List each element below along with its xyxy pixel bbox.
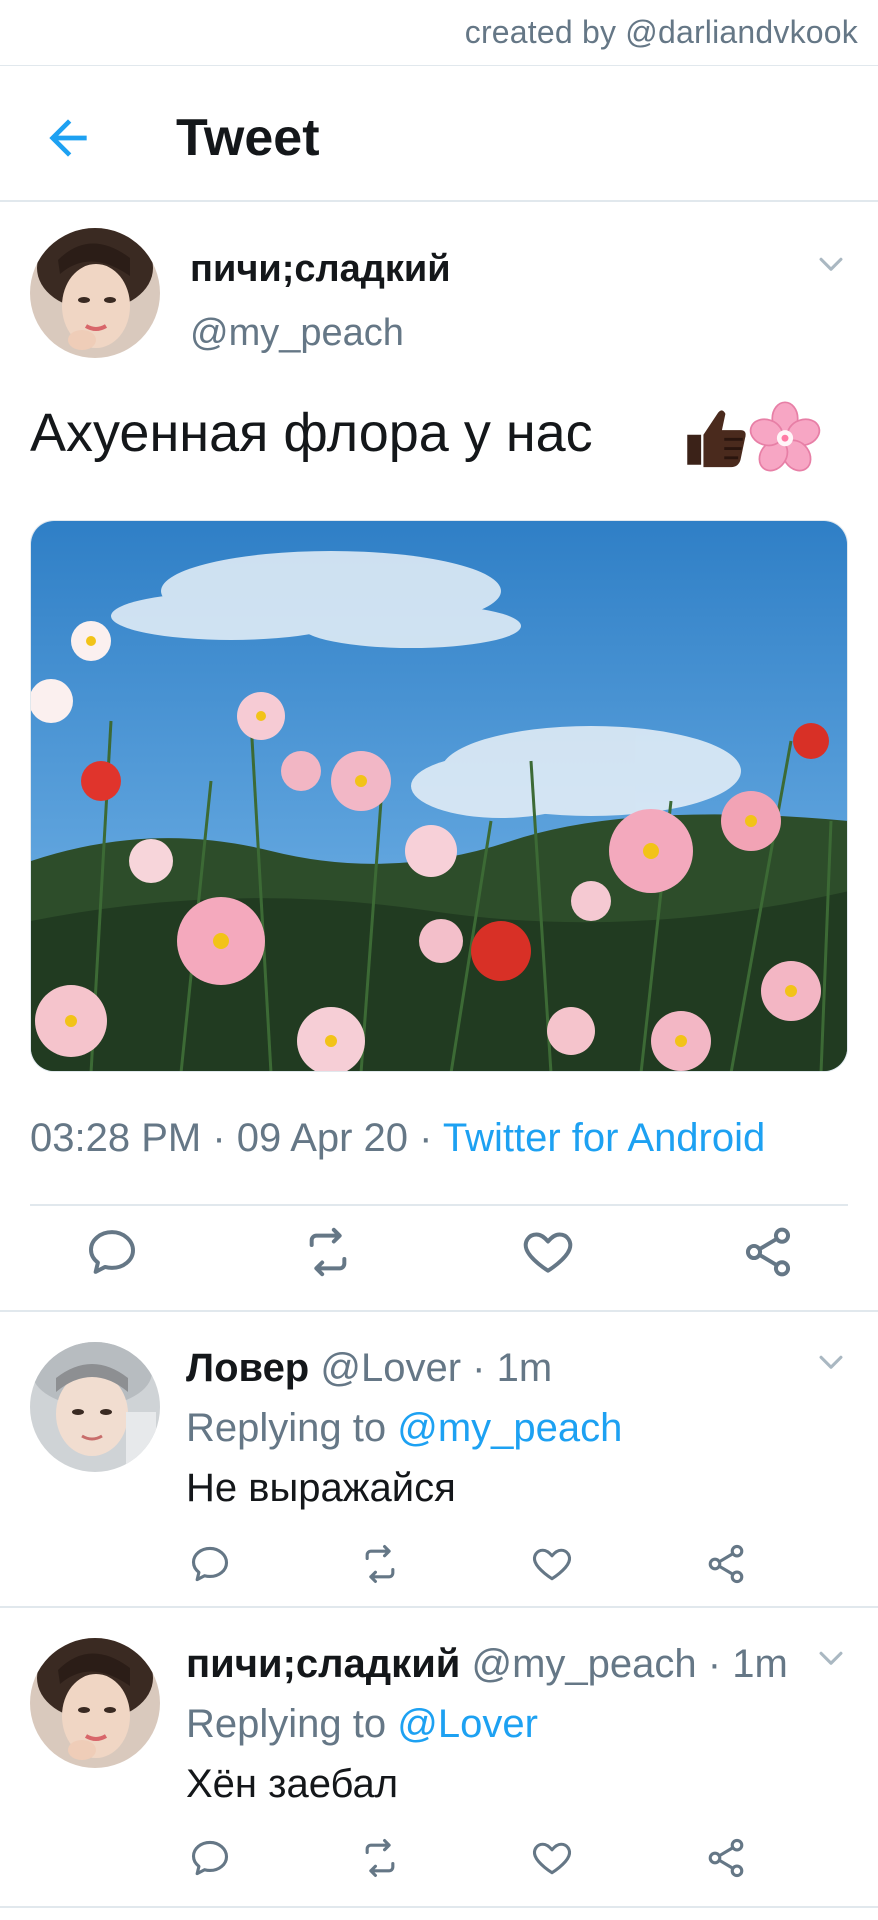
main-tweet: пичи;сладкий @my_peach Ахуенная флора у … xyxy=(0,202,878,1312)
reply-icon[interactable] xyxy=(188,1542,232,1586)
chevron-down-icon[interactable] xyxy=(814,248,848,282)
tweet-text: Ахуенная флора у нас xyxy=(30,403,593,463)
heart-icon[interactable] xyxy=(530,1542,574,1586)
divider xyxy=(30,1204,848,1206)
reply-author-avatar[interactable] xyxy=(30,1638,160,1768)
tweet-time: 03:28 PM xyxy=(30,1116,202,1160)
tweet-source-link[interactable]: Twitter for Android xyxy=(443,1116,765,1160)
separator: · xyxy=(212,1116,226,1160)
retweet-icon[interactable] xyxy=(358,1836,402,1880)
chevron-down-icon[interactable] xyxy=(814,1346,848,1380)
arrow-left-icon[interactable] xyxy=(40,110,96,166)
separator: · xyxy=(707,1642,722,1686)
replying-label: Replying to xyxy=(186,1406,387,1450)
reply-tweet[interactable]: пичи;сладкий @my_peach · 1m Replying to … xyxy=(0,1608,878,1908)
retweet-icon[interactable] xyxy=(358,1542,402,1586)
replying-to: Replying to @Lover xyxy=(186,1702,538,1747)
reply-author-name[interactable]: Ловер xyxy=(186,1346,309,1390)
reply-age: 1m xyxy=(732,1642,788,1686)
separator: · xyxy=(419,1116,433,1160)
author-avatar[interactable] xyxy=(30,228,160,358)
top-app-bar: Tweet xyxy=(0,66,878,202)
replying-label: Replying to xyxy=(186,1702,387,1746)
reply-tweet[interactable]: Ловер @Lover · 1m Replying to @my_peach … xyxy=(0,1312,878,1610)
reply-header: пичи;сладкий @my_peach · 1m xyxy=(186,1642,788,1687)
reply-author-handle[interactable]: @my_peach xyxy=(472,1642,697,1686)
thumbs-up-dark-emoji xyxy=(678,400,752,474)
reply-header: Ловер @Lover · 1m xyxy=(186,1346,552,1391)
tweet-timestamp: 03:28 PM · 09 Apr 20 · Twitter for Andro… xyxy=(30,1116,765,1161)
page-title: Tweet xyxy=(176,109,320,167)
reply-age: 1m xyxy=(496,1346,553,1390)
separator: · xyxy=(472,1346,486,1390)
share-icon[interactable] xyxy=(704,1836,748,1880)
watermark-text: created by @darliandvkook xyxy=(464,14,858,50)
reply-author-handle[interactable]: @Lover xyxy=(320,1346,461,1390)
watermark-bar: created by @darliandvkook xyxy=(0,0,878,66)
heart-icon[interactable] xyxy=(520,1224,576,1280)
tweet-photo[interactable] xyxy=(30,520,848,1072)
share-icon[interactable] xyxy=(740,1224,796,1280)
reply-author-avatar[interactable] xyxy=(30,1342,160,1472)
reply-icon[interactable] xyxy=(188,1836,232,1880)
replying-to: Replying to @my_peach xyxy=(186,1406,622,1451)
replying-to-mention[interactable]: @Lover xyxy=(397,1702,538,1746)
author-handle[interactable]: @my_peach xyxy=(190,312,404,355)
replying-to-mention[interactable]: @my_peach xyxy=(397,1406,622,1450)
reply-text: Хён заебал xyxy=(186,1762,399,1806)
tweet-date: 09 Apr 20 xyxy=(236,1116,409,1160)
chevron-down-icon[interactable] xyxy=(814,1642,848,1676)
cherry-blossom-emoji xyxy=(748,400,822,474)
retweet-icon[interactable] xyxy=(300,1224,356,1280)
reply-text: Не выражайся xyxy=(186,1466,456,1510)
section-divider xyxy=(0,1906,878,1908)
reply-author-name[interactable]: пичи;сладкий xyxy=(186,1642,460,1686)
share-icon[interactable] xyxy=(704,1542,748,1586)
reply-icon[interactable] xyxy=(84,1224,140,1280)
heart-icon[interactable] xyxy=(530,1836,574,1880)
author-name[interactable]: пичи;сладкий xyxy=(190,248,451,291)
